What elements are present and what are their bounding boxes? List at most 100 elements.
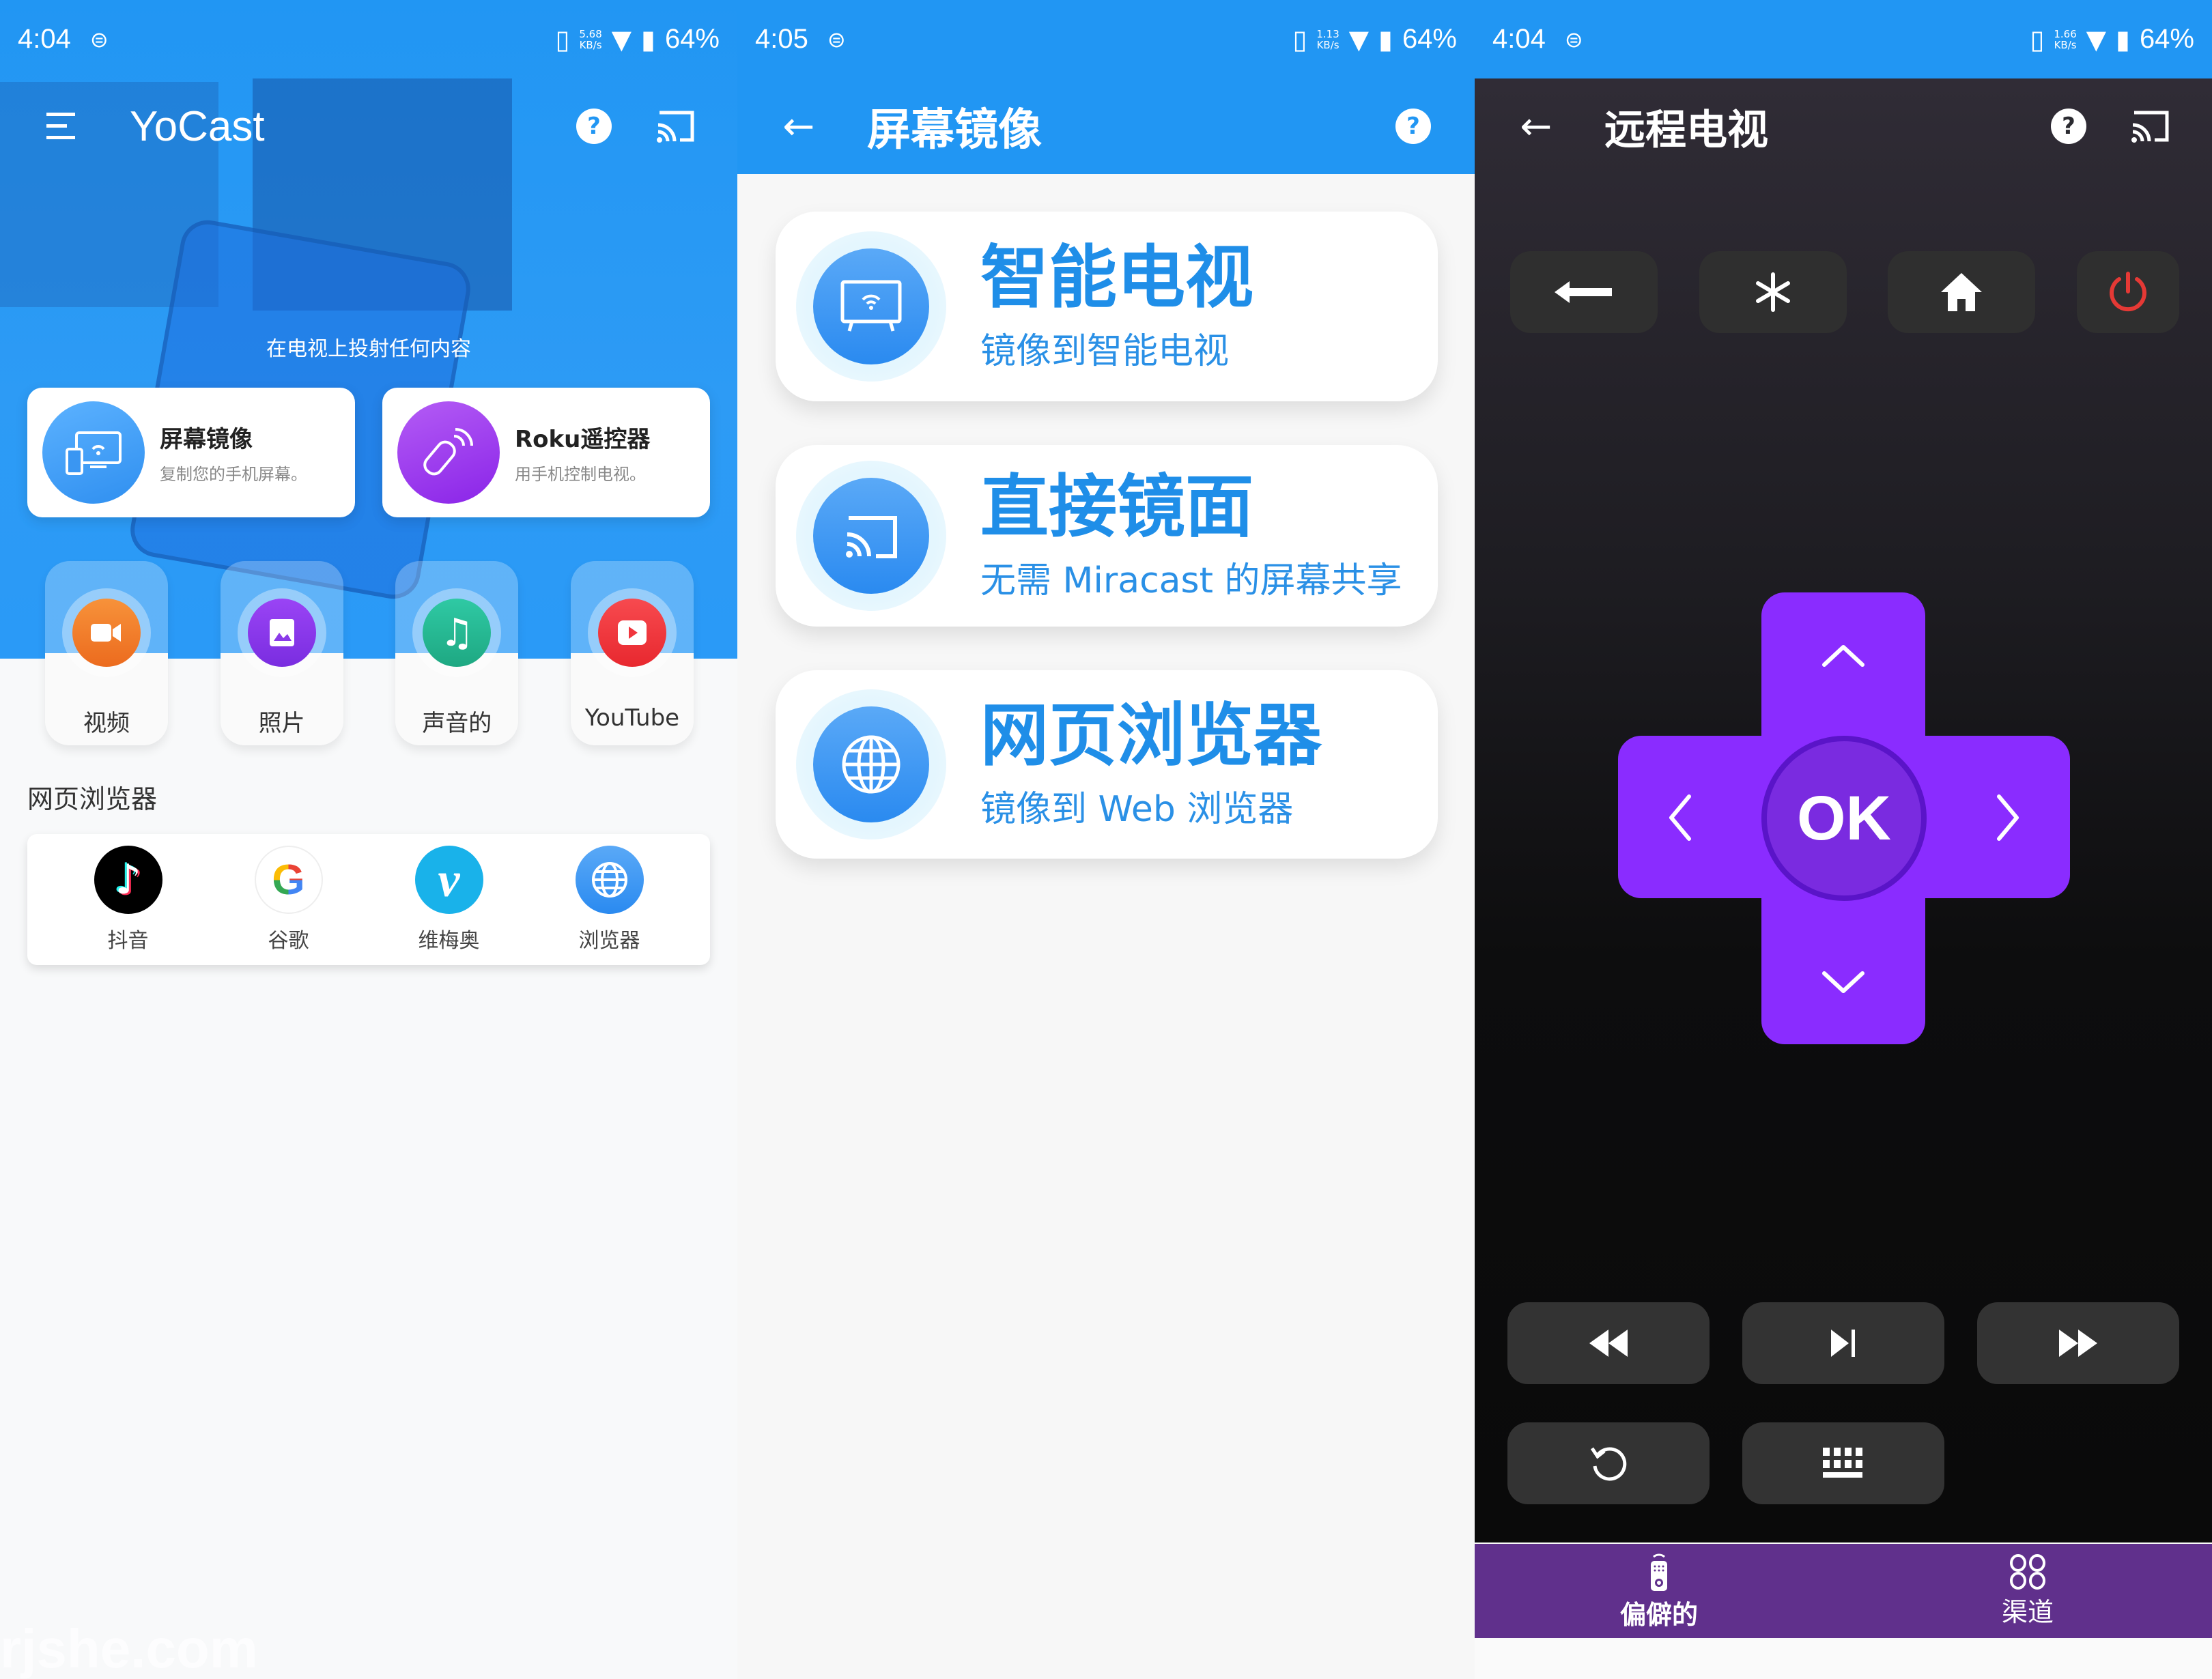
nav-remote[interactable]: 偏僻的	[1475, 1544, 1843, 1638]
browser-section-title: 网页浏览器	[27, 784, 158, 814]
media-controls	[1507, 1302, 2183, 1384]
chevron-right-icon	[1997, 794, 2019, 841]
battery-icon: ▮	[641, 24, 655, 55]
browser-vimeo[interactable]: v 维梅奥	[388, 846, 511, 953]
notification-icon: ⊜	[827, 26, 846, 53]
tile-video[interactable]: 视频	[45, 561, 168, 745]
network-speed: 5.68 KB/s	[579, 27, 602, 51]
option-direct-mirror[interactable]: 直接镜面 无需 Miracast 的屏幕共享	[776, 445, 1438, 627]
music-icon: ♫	[423, 599, 492, 667]
status-time: 4:05	[755, 24, 808, 54]
screen-mirror-card[interactable]: 屏幕镜像 复制您的手机屏幕。	[27, 388, 355, 517]
status-time: 4:04	[18, 24, 71, 54]
replay-icon	[1590, 1447, 1627, 1481]
help-button[interactable]: ?	[567, 99, 621, 154]
browser-tiktok[interactable]: ♪ 抖音	[67, 846, 190, 953]
keyboard-button[interactable]	[1742, 1422, 1944, 1504]
status-bar: 4:04 ⊜ ▯ 1.66 KB/s ▼ ▮ 64%	[1475, 0, 2212, 78]
remote-power-button[interactable]	[2076, 251, 2179, 333]
browser-label: 谷歌	[268, 929, 309, 953]
power-icon	[2109, 272, 2146, 312]
fast-forward-icon	[2059, 1330, 2097, 1357]
play-pause-icon	[1831, 1330, 1855, 1357]
battery-percent: 64%	[664, 24, 720, 54]
dpad-left-button[interactable]	[1645, 784, 1714, 852]
status-time: 4:04	[1492, 24, 1546, 54]
feature-title: Roku遥控器	[515, 426, 651, 453]
option-subtitle: 镜像到智能电视	[980, 330, 1230, 372]
nav-label: 渠道	[2001, 1596, 2054, 1627]
app-bar: ← 远程电视 ?	[1475, 78, 2212, 174]
network-speed: 1.13 KB/s	[1316, 27, 1339, 51]
tile-youtube[interactable]: YouTube	[570, 561, 694, 745]
remote-back-button[interactable]	[1510, 251, 1658, 333]
app-title: YoCast	[130, 102, 265, 150]
dpad-down-button[interactable]	[1809, 949, 1877, 1017]
battery-icon: ▮	[1378, 24, 1393, 55]
browser-label: 浏览器	[578, 929, 640, 953]
vimeo-icon: v	[414, 846, 483, 914]
status-bar: 4:04 ⊜ ▯ 5.68 KB/s ▼ ▮ 64%	[0, 0, 737, 78]
tile-audio[interactable]: ♫ 声音的	[395, 561, 519, 745]
fast-forward-button[interactable]	[1977, 1302, 2179, 1384]
option-title: 智能电视	[980, 237, 1253, 317]
tile-label: 视频	[83, 710, 130, 737]
asterisk-icon	[1755, 272, 1790, 312]
remote-options-button[interactable]	[1699, 251, 1847, 333]
feature-cards: 屏幕镜像 复制您的手机屏幕。 Roku遥控器 用手机控制电视。	[27, 388, 710, 517]
rewind-button[interactable]	[1507, 1302, 1710, 1384]
dpad-right-button[interactable]	[1974, 784, 2043, 852]
vibrate-icon: ▯	[1292, 24, 1307, 55]
option-subtitle: 无需 Miracast 的屏幕共享	[980, 560, 1402, 601]
play-pause-button[interactable]	[1742, 1302, 1944, 1384]
globe-icon	[813, 706, 929, 822]
dpad-up-button[interactable]	[1809, 621, 1877, 689]
cast-icon	[657, 111, 694, 143]
browser-list: ♪ 抖音 G 谷歌 v 维梅奥 浏览器	[27, 834, 710, 965]
cast-button[interactable]	[649, 99, 703, 154]
tile-label: 照片	[258, 710, 305, 737]
screen-mirror-screen: 4:05 ⊜ ▯ 1.13 KB/s ▼ ▮ 64% ← 屏幕镜像 ? 智能电视 …	[737, 0, 1475, 1679]
battery-percent: 64%	[1402, 24, 1457, 54]
tile-photo[interactable]: 照片	[220, 561, 343, 745]
back-icon	[1555, 281, 1612, 303]
browser-web[interactable]: 浏览器	[548, 846, 671, 953]
ok-button[interactable]: OK	[1761, 736, 1927, 901]
chevron-down-icon	[1822, 971, 1864, 993]
option-smart-tv[interactable]: 智能电视 镜像到智能电视	[776, 212, 1438, 401]
nav-channels[interactable]: 渠道	[1843, 1544, 2212, 1638]
network-speed: 1.66 KB/s	[2054, 27, 2077, 51]
option-title: 直接镜面	[980, 466, 1253, 547]
vibrate-icon: ▯	[555, 24, 570, 55]
back-button[interactable]: ←	[771, 99, 826, 154]
help-button[interactable]: ?	[1386, 99, 1441, 154]
bottom-nav: 偏僻的 渠道	[1475, 1544, 2212, 1638]
bottom-spacer	[1475, 1638, 2212, 1679]
photo-icon	[247, 599, 316, 667]
app-bar: YoCast ?	[0, 78, 737, 174]
help-icon: ?	[576, 109, 612, 144]
help-button[interactable]: ?	[2041, 99, 2096, 154]
chevron-left-icon	[1669, 794, 1691, 841]
channels-grid-icon	[2010, 1553, 2045, 1590]
back-arrow-icon: ←	[782, 104, 815, 149]
option-subtitle: 镜像到 Web 浏览器	[980, 788, 1294, 830]
roku-remote-card[interactable]: Roku遥控器 用手机控制电视。	[382, 388, 710, 517]
browser-google[interactable]: G 谷歌	[227, 846, 350, 953]
home-icon	[1941, 273, 1983, 311]
remote-home-button[interactable]	[1888, 251, 2036, 333]
replay-button[interactable]	[1507, 1422, 1710, 1504]
page-title: 远程电视	[1604, 106, 1768, 154]
status-bar: 4:05 ⊜ ▯ 1.13 KB/s ▼ ▮ 64%	[737, 0, 1475, 78]
option-web-browser[interactable]: 网页浏览器 镜像到 Web 浏览器	[776, 670, 1438, 859]
home-screen: 4:04 ⊜ ▯ 5.68 KB/s ▼ ▮ 64% YoCast ? 在电视上投…	[0, 0, 737, 1679]
back-button[interactable]: ←	[1509, 99, 1563, 154]
cast-icon	[2131, 111, 2169, 143]
notification-icon: ⊜	[1564, 26, 1583, 53]
chevron-up-icon	[1822, 645, 1864, 667]
google-icon: G	[254, 846, 323, 914]
cast-button[interactable]	[2123, 99, 2178, 154]
menu-button[interactable]	[34, 99, 89, 154]
smart-tv-icon	[813, 248, 929, 364]
remote-control-icon	[1651, 1553, 1667, 1591]
